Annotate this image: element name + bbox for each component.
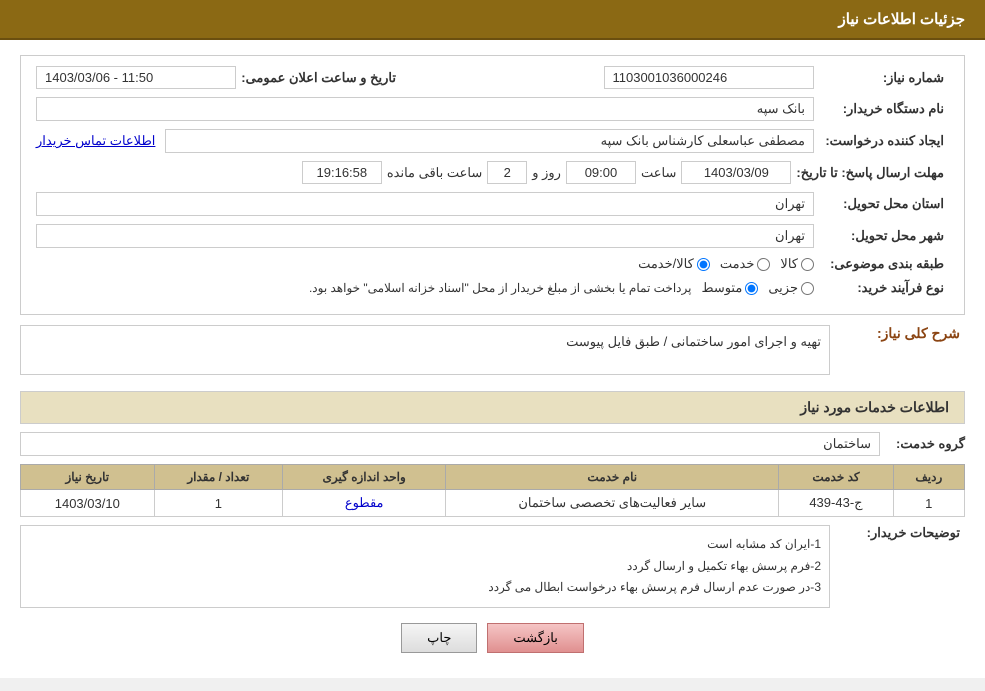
cell-row-num: 1 xyxy=(893,490,964,517)
deadline-remaining: 19:16:58 xyxy=(302,161,382,184)
description-value: تهیه و اجرای امور ساختمانی / طبق فایل پی… xyxy=(20,325,830,375)
col-service-name: نام خدمت xyxy=(446,465,779,490)
cell-unit: مقطوع xyxy=(283,490,446,517)
print-button[interactable]: چاپ xyxy=(401,623,477,653)
page-wrapper: جزئیات اطلاعات نیاز شماره نیاز: 11030010… xyxy=(0,0,985,678)
cell-service-name: سایر فعالیت‌های تخصصی ساختمان xyxy=(446,490,779,517)
service-group-value: ساختمان xyxy=(20,432,880,456)
cell-quantity: 1 xyxy=(154,490,283,517)
col-unit: واحد اندازه گیری xyxy=(283,465,446,490)
buyer-note-line: 2-فرم پرسش بهاء تکمیل و ارسال گردد xyxy=(29,556,821,578)
deadline-remaining-label: ساعت باقی مانده xyxy=(387,165,482,181)
creator-row: ایجاد کننده درخواست: مصطفی عباسعلی کارشن… xyxy=(36,129,949,153)
service-group-row: گروه خدمت: ساختمان xyxy=(20,432,965,456)
buyer-org-row: نام دستگاه خریدار: بانک سپه xyxy=(36,97,949,121)
buyer-notes-row: توضیحات خریدار: 1-ایران کد مشابه است2-فر… xyxy=(20,525,965,608)
deadline-row: مهلت ارسال پاسخ: تا تاریخ: 1403/03/09 سا… xyxy=(36,161,949,184)
category-kala-khadamat-label: کالا/خدمت xyxy=(638,256,694,272)
category-khadamat-label: خدمت xyxy=(720,256,755,272)
services-table: ردیف کد خدمت نام خدمت واحد اندازه گیری ت… xyxy=(20,464,965,517)
process-label: نوع فرآیند خرید: xyxy=(819,280,949,296)
category-kala-khadamat-radio[interactable] xyxy=(697,258,710,271)
creator-contact-link[interactable]: اطلاعات تماس خریدار xyxy=(36,133,155,149)
deadline-time-label: ساعت xyxy=(641,165,676,181)
table-header-row: ردیف کد خدمت نام خدمت واحد اندازه گیری ت… xyxy=(21,465,965,490)
need-number-label: شماره نیاز: xyxy=(819,70,949,86)
process-note: پرداخت تمام یا بخشی از مبلغ خریدار از مح… xyxy=(309,281,692,295)
deadline-days-label: روز و xyxy=(532,165,561,181)
process-jozi-label: جزیی xyxy=(768,280,798,296)
deadline-time: 09:00 xyxy=(566,161,636,184)
col-quantity: تعداد / مقدار xyxy=(154,465,283,490)
deadline-label: مهلت ارسال پاسخ: تا تاریخ: xyxy=(796,165,949,181)
buyer-notes-label: توضیحات خریدار: xyxy=(835,525,965,541)
back-button[interactable]: بازگشت xyxy=(487,623,583,653)
category-kala-label: کالا xyxy=(780,256,798,272)
city-label: شهر محل تحویل: xyxy=(819,228,949,244)
buyer-notes-content: 1-ایران کد مشابه است2-فرم پرسش بهاء تکمی… xyxy=(20,525,830,608)
category-khadamat: خدمت xyxy=(720,256,771,272)
process-jozi-radio[interactable] xyxy=(801,282,814,295)
process-motavasset-radio[interactable] xyxy=(745,282,758,295)
col-date: تاریخ نیاز xyxy=(21,465,155,490)
creator-value: مصطفی عباسعلی کارشناس بانک سپه xyxy=(165,129,814,153)
city-row: شهر محل تحویل: تهران xyxy=(36,224,949,248)
col-service-code: کد خدمت xyxy=(779,465,893,490)
process-motavasset-label: متوسط xyxy=(701,280,742,296)
services-section-title: اطلاعات خدمات مورد نیاز xyxy=(20,391,965,424)
date-range-label: تاریخ و ساعت اعلان عمومی: xyxy=(241,70,401,86)
content-area: شماره نیاز: 1103001036000246 تاریخ و ساع… xyxy=(0,40,985,678)
process-motavasset: متوسط xyxy=(701,280,758,296)
category-kala-radio[interactable] xyxy=(801,258,814,271)
cell-service-code: ج-43-439 xyxy=(779,490,893,517)
deadline-days: 2 xyxy=(487,161,527,184)
page-title: جزئیات اطلاعات نیاز xyxy=(839,11,966,28)
province-label: استان محل تحویل: xyxy=(819,196,949,212)
table-row: 1 ج-43-439 سایر فعالیت‌های تخصصی ساختمان… xyxy=(21,490,965,517)
service-group-label: گروه خدمت: xyxy=(885,436,965,452)
col-row-num: ردیف xyxy=(893,465,964,490)
category-khadamat-radio[interactable] xyxy=(757,258,770,271)
buyer-org-label: نام دستگاه خریدار: xyxy=(819,101,949,117)
button-row: بازگشت چاپ xyxy=(20,623,965,653)
category-kala-khadamat: کالا/خدمت xyxy=(638,256,710,272)
category-label: طبقه بندی موضوعی: xyxy=(819,256,949,272)
category-kala: کالا xyxy=(780,256,814,272)
creator-label: ایجاد کننده درخواست: xyxy=(819,133,949,149)
process-options: جزیی متوسط پرداخت تمام یا بخشی از مبلغ خ… xyxy=(36,280,814,296)
deadline-date: 1403/03/09 xyxy=(681,161,791,184)
date-range-value: 1403/03/06 - 11:50 xyxy=(36,66,236,89)
process-jozi: جزیی xyxy=(768,280,814,296)
cell-date: 1403/03/10 xyxy=(21,490,155,517)
process-row: نوع فرآیند خرید: جزیی متوسط پرداخت تمام … xyxy=(36,280,949,296)
category-row: طبقه بندی موضوعی: کالا خدمت کالا/خدمت xyxy=(36,256,949,272)
need-number-value: 1103001036000246 xyxy=(604,66,815,89)
buyer-note-line: 3-در صورت عدم ارسال فرم پرسش بهاء درخواس… xyxy=(29,577,821,599)
description-label: شرح کلی نیاز: xyxy=(835,325,965,342)
page-header: جزئیات اطلاعات نیاز xyxy=(0,0,985,40)
province-row: استان محل تحویل: تهران xyxy=(36,192,949,216)
need-number-row: شماره نیاز: 1103001036000246 تاریخ و ساع… xyxy=(36,66,949,89)
category-options: کالا خدمت کالا/خدمت xyxy=(36,256,814,272)
province-value: تهران xyxy=(36,192,814,216)
city-value: تهران xyxy=(36,224,814,248)
main-form-section: شماره نیاز: 1103001036000246 تاریخ و ساع… xyxy=(20,55,965,315)
buyer-note-line: 1-ایران کد مشابه است xyxy=(29,534,821,556)
description-row: شرح کلی نیاز: تهیه و اجرای امور ساختمانی… xyxy=(20,325,965,383)
buyer-org-value: بانک سپه xyxy=(36,97,814,121)
